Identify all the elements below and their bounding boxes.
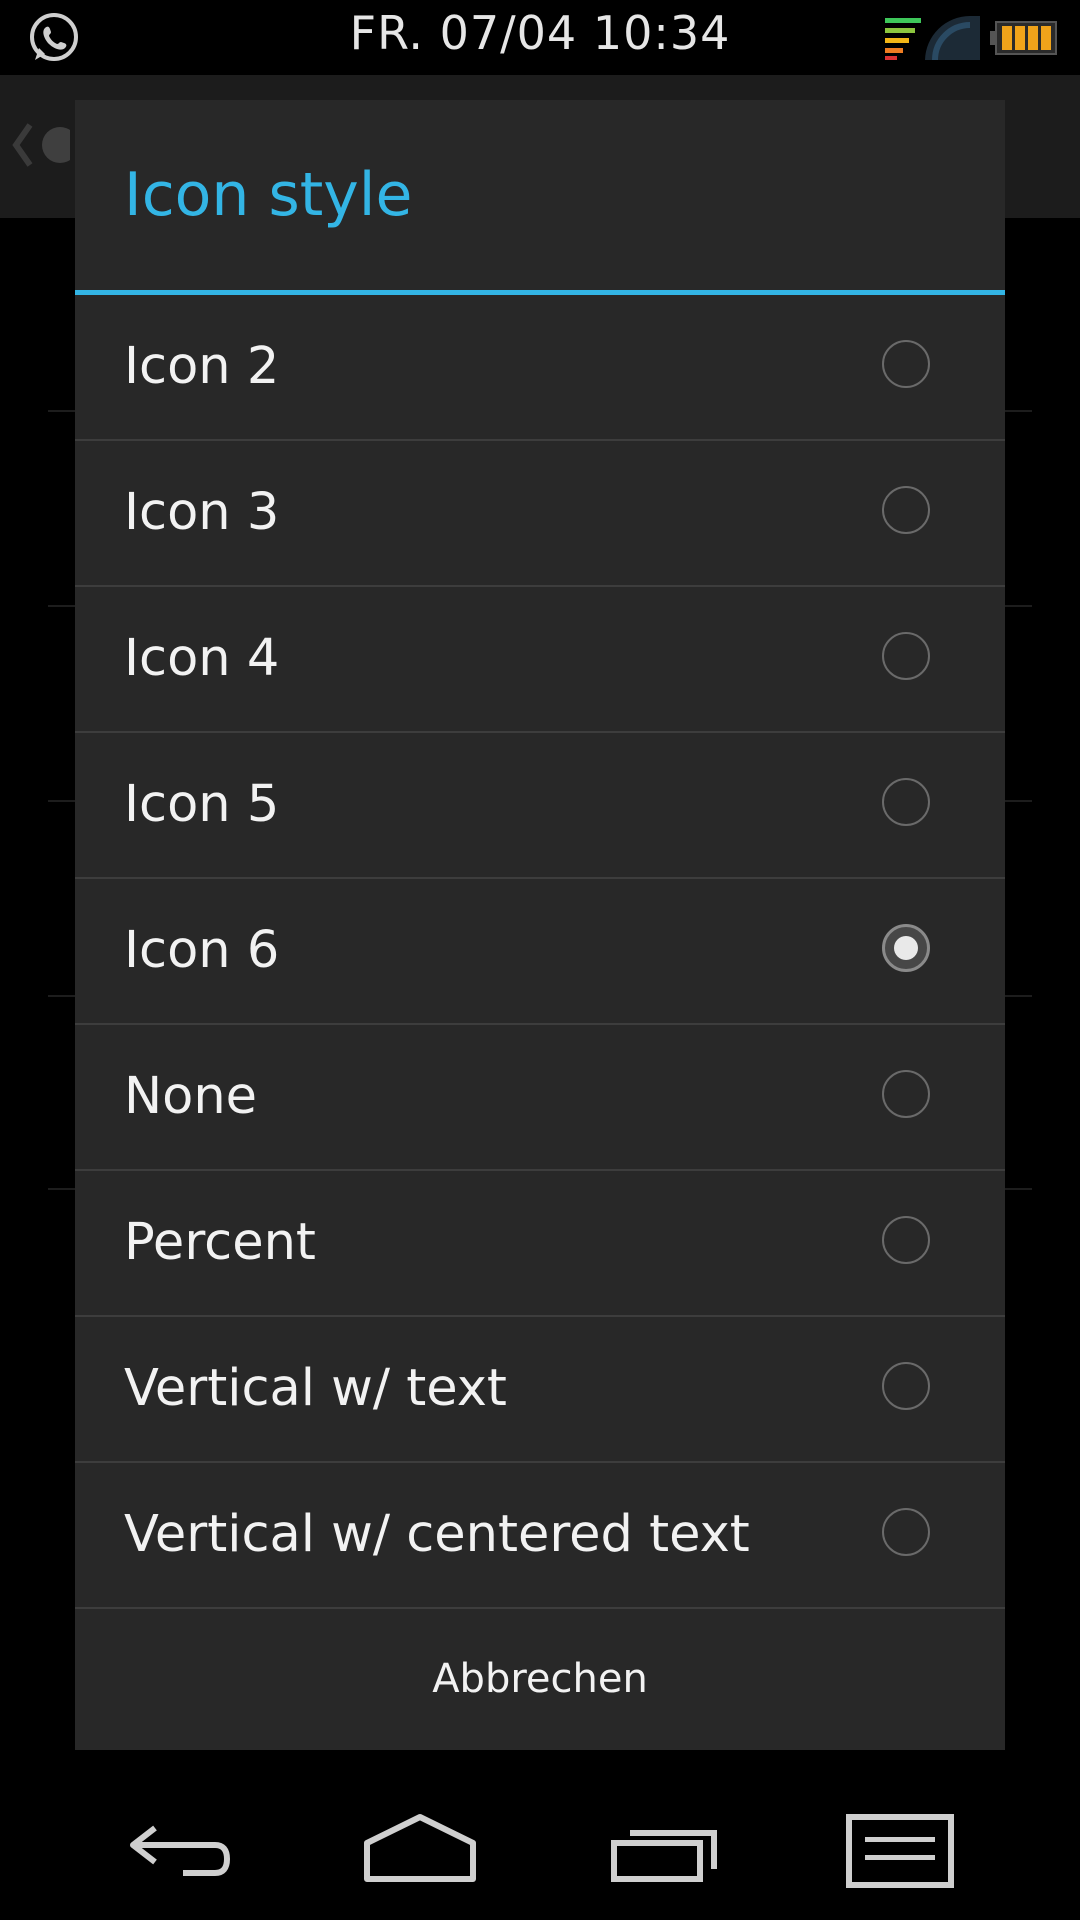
radio-button[interactable] xyxy=(882,1070,930,1118)
option-label: Icon 3 xyxy=(124,483,280,542)
settings-gear-icon xyxy=(12,123,70,167)
option-label: Percent xyxy=(124,1213,316,1272)
recent-apps-icon[interactable] xyxy=(600,1803,730,1903)
option-label: Vertical w/ text xyxy=(124,1359,507,1418)
icon-style-dialog: Icon style Icon 2 Icon 3 Icon 4 Icon 5 I… xyxy=(75,100,1005,1750)
option-label: Icon 2 xyxy=(124,337,280,396)
status-bar: FR. 07/04 10:34 xyxy=(0,0,1080,75)
option-list: Icon 2 Icon 3 Icon 4 Icon 5 Icon 6 None … xyxy=(75,295,1005,1609)
option-label: Vertical w/ centered text xyxy=(124,1505,750,1564)
menu-icon[interactable] xyxy=(835,1803,965,1903)
radio-button[interactable] xyxy=(882,340,930,388)
option-label: Icon 5 xyxy=(124,775,280,834)
back-icon[interactable] xyxy=(115,1803,245,1903)
dialog-footer: Abbrechen xyxy=(75,1608,1005,1750)
option-icon-4[interactable]: Icon 4 xyxy=(75,587,1005,733)
home-icon[interactable] xyxy=(355,1803,485,1903)
option-label: Icon 6 xyxy=(124,921,280,980)
radio-button[interactable] xyxy=(882,1216,930,1264)
option-vertical-text[interactable]: Vertical w/ text xyxy=(75,1317,1005,1463)
radio-button[interactable] xyxy=(882,486,930,534)
option-icon-5[interactable]: Icon 5 xyxy=(75,733,1005,879)
cancel-button[interactable]: Abbrechen xyxy=(75,1608,1005,1750)
radio-button-selected[interactable] xyxy=(882,924,930,972)
option-label: None xyxy=(124,1067,258,1126)
wifi-signal-icon xyxy=(885,16,980,60)
option-icon-6[interactable]: Icon 6 xyxy=(75,879,1005,1025)
option-label: Icon 4 xyxy=(124,629,280,688)
dialog-title: Icon style xyxy=(124,160,413,230)
option-icon-3[interactable]: Icon 3 xyxy=(75,441,1005,587)
radio-button[interactable] xyxy=(882,1508,930,1556)
radio-button[interactable] xyxy=(882,1362,930,1410)
option-vertical-centered-text[interactable]: Vertical w/ centered text xyxy=(75,1463,1005,1609)
option-percent[interactable]: Percent xyxy=(75,1171,1005,1317)
navigation-bar xyxy=(0,1788,1080,1920)
option-icon-2[interactable]: Icon 2 xyxy=(75,295,1005,441)
radio-button[interactable] xyxy=(882,778,930,826)
battery-icon xyxy=(990,21,1057,55)
radio-button[interactable] xyxy=(882,632,930,680)
option-none[interactable]: None xyxy=(75,1025,1005,1171)
